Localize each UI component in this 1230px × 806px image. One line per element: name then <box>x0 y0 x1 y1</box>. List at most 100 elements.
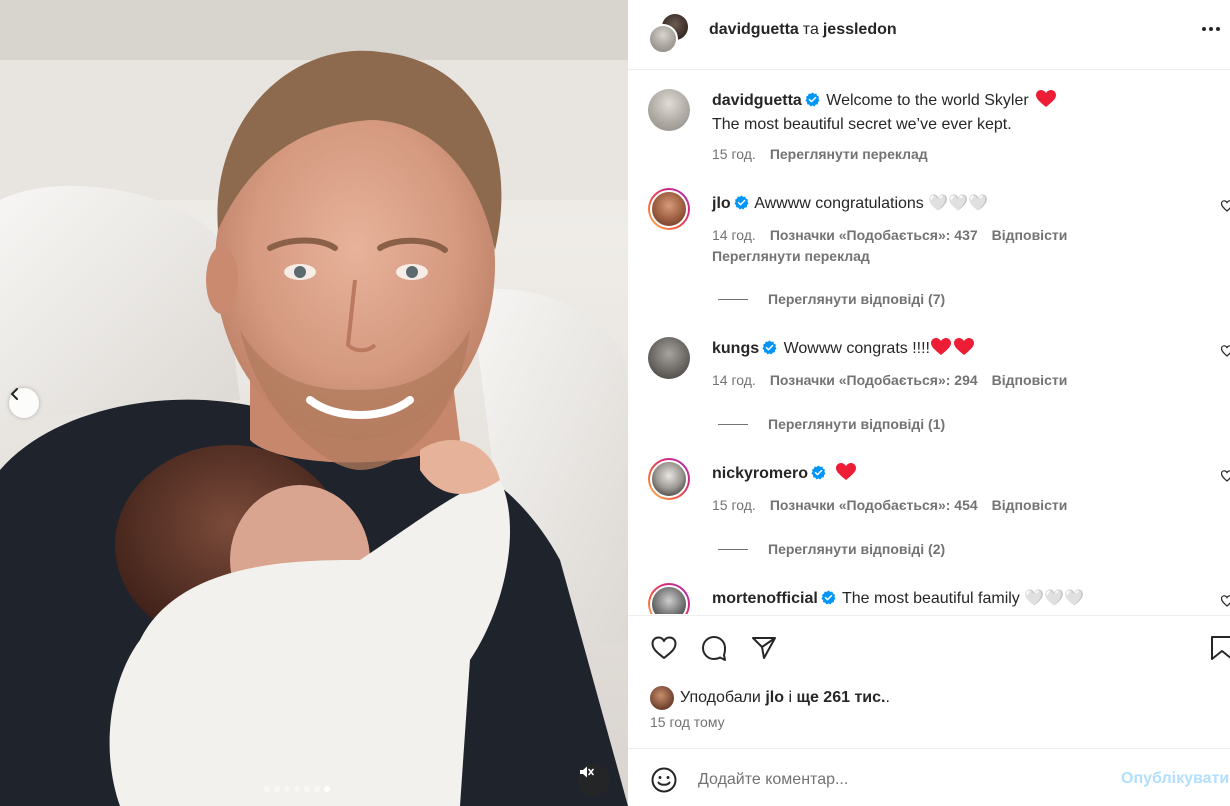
avatar <box>650 686 674 710</box>
comment-input[interactable] <box>698 767 1098 793</box>
post-panel: davidguetta та jessledon davidguetta Welco… <box>628 0 1230 806</box>
verified-badge-icon <box>762 340 777 355</box>
comment-like-icon[interactable] <box>1221 200 1230 212</box>
emoji-icon[interactable] <box>650 766 678 794</box>
comment-line: mortenofficial The most beautiful family… <box>712 588 1084 610</box>
view-replies-button[interactable]: Переглянути відповіді (1) <box>718 416 945 432</box>
post-media[interactable] <box>0 0 628 806</box>
comment-time: 14 год. <box>712 227 756 243</box>
publish-button[interactable]: Опублікувати <box>1121 770 1229 788</box>
red-heart-emoji-icon <box>1036 90 1057 107</box>
comment-meta: 14 год. Позначки «Подобається»: 437 Відпов… <box>712 227 1081 243</box>
red-heart-emoji-icon <box>931 338 951 355</box>
view-replies-label: Переглянути відповіді (1) <box>768 416 946 432</box>
view-replies-button[interactable]: Переглянути відповіді (2) <box>718 541 945 557</box>
likes-user[interactable]: jlo <box>765 689 784 707</box>
carousel-dots <box>264 786 330 792</box>
comment-line: kungs Wowww congrats !!!! <box>712 338 974 360</box>
replies-dash <box>718 548 748 550</box>
view-replies-label: Переглянути відповіді (2) <box>768 541 946 557</box>
avatar[interactable] <box>648 583 690 614</box>
comment-username[interactable]: jlo <box>712 195 731 212</box>
caption-translate-link[interactable]: Переглянути переклад <box>770 146 928 162</box>
comment-text: Awwww congratulations 🤍🤍🤍 <box>754 195 989 212</box>
comment-likes[interactable]: Позначки «Подобається»: 294 <box>770 372 978 388</box>
comment-time: 14 год. <box>712 372 756 388</box>
like-heart-icon[interactable] <box>650 634 678 662</box>
reply-button[interactable]: Відповісти <box>992 372 1068 388</box>
post-photo <box>0 0 628 806</box>
comment-text: Wowww congrats !!!! <box>783 340 930 357</box>
avatar <box>648 24 678 54</box>
likes-count[interactable]: ще 261 тис. <box>796 689 885 707</box>
red-heart-emoji-icon <box>954 338 974 355</box>
carousel-dot <box>294 786 300 792</box>
carousel-dot <box>264 786 270 792</box>
likes-middle: і <box>788 689 792 706</box>
post-actions: Уподобали jlo і ще 261 тис.. 15 год тому <box>628 615 1230 748</box>
replies-dash <box>718 423 748 425</box>
red-heart-emoji-icon <box>835 463 856 480</box>
comments-list[interactable]: davidguetta Welcome to the world Skyler … <box>628 71 1230 614</box>
caption-text-2: The most beautiful secret we’ve ever kep… <box>712 116 1012 133</box>
more-options-button[interactable] <box>1200 17 1222 47</box>
bookmark-icon[interactable] <box>1208 634 1230 662</box>
speaker-muted-icon <box>580 766 594 778</box>
verified-badge-icon <box>734 195 749 210</box>
comment-bubble-icon[interactable] <box>700 634 728 662</box>
comment-text: The most beautiful family 🤍🤍🤍 <box>841 590 1085 607</box>
comment-translate-link[interactable]: Переглянути переклад <box>712 248 870 264</box>
caption-text-1: Welcome to the world Skyler <box>826 92 1029 109</box>
carousel-dot <box>314 786 320 792</box>
avatar[interactable] <box>648 188 690 230</box>
post-timestamp[interactable]: 15 год тому <box>650 714 725 730</box>
carousel-prev-button[interactable] <box>9 388 39 418</box>
mute-button[interactable] <box>578 764 610 796</box>
author-connector: та <box>802 21 819 38</box>
collaborator-username[interactable]: jessledon <box>823 21 897 38</box>
more-dots-icon <box>1202 27 1220 31</box>
comment-line: nickyromero <box>712 463 856 485</box>
comment-composer: Опублікувати <box>628 748 1230 806</box>
verified-badge-icon <box>805 92 820 107</box>
caption-meta: 15 год. Переглянути переклад <box>712 146 942 162</box>
avatar[interactable] <box>648 337 690 379</box>
comment-like-icon[interactable] <box>1221 470 1230 482</box>
verified-badge-icon <box>811 465 826 480</box>
likes-prefix: Уподобали <box>680 689 761 706</box>
comment-like-icon[interactable] <box>1221 595 1230 607</box>
replies-dash <box>718 298 748 300</box>
comment-username[interactable]: mortenofficial <box>712 590 818 607</box>
comment-likes[interactable]: Позначки «Подобається»: 454 <box>770 497 978 513</box>
chevron-left-icon <box>11 388 18 400</box>
caption-username[interactable]: davidguetta <box>712 92 802 109</box>
post-header: davidguetta та jessledon <box>628 0 1230 70</box>
carousel-dot <box>304 786 310 792</box>
verified-badge-icon <box>821 590 836 605</box>
view-replies-label: Переглянути відповіді (7) <box>768 291 946 307</box>
likes-suffix: . <box>885 689 890 706</box>
comment-meta: 15 год. Позначки «Подобається»: 454 Відпов… <box>712 497 1081 513</box>
view-replies-button[interactable]: Переглянути відповіді (7) <box>718 291 945 307</box>
post-header-title: davidguetta та jessledon <box>709 21 897 39</box>
reply-button[interactable]: Відповісти <box>992 227 1068 243</box>
carousel-dot-active <box>324 786 330 792</box>
comment-likes[interactable]: Позначки «Подобається»: 437 <box>770 227 978 243</box>
caption-time: 15 год. <box>712 146 756 162</box>
carousel-dot <box>274 786 280 792</box>
share-send-icon[interactable] <box>750 634 778 662</box>
caption-line-1: davidguetta Welcome to the world Skyler <box>712 90 1057 112</box>
reply-button[interactable]: Відповісти <box>992 497 1068 513</box>
author-username[interactable]: davidguetta <box>709 21 799 38</box>
avatar[interactable] <box>648 89 690 131</box>
comment-username[interactable]: nickyromero <box>712 465 808 482</box>
comment-username[interactable]: kungs <box>712 340 759 357</box>
comment-time: 15 год. <box>712 497 756 513</box>
comment-line: jlo Awwww congratulations 🤍🤍🤍 <box>712 193 988 215</box>
comment-like-icon[interactable] <box>1221 345 1230 357</box>
avatar[interactable] <box>648 458 690 500</box>
comment-meta: 14 год. Позначки «Подобається»: 294 Відпов… <box>712 372 1081 388</box>
likes-summary: Уподобали jlo і ще 261 тис.. <box>650 686 890 710</box>
author-avatars[interactable] <box>648 12 692 56</box>
carousel-dot <box>284 786 290 792</box>
